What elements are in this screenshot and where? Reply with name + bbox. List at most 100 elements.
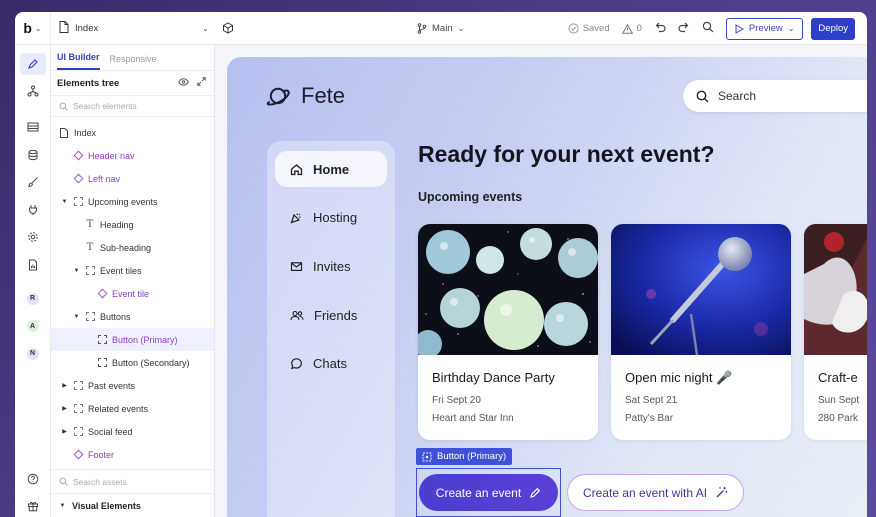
- page-preview: Fete Search Home Hosting Invites Friends…: [227, 57, 867, 517]
- search-elements-input[interactable]: Search elements: [51, 95, 214, 117]
- tree-item-label: Sub-heading: [100, 242, 152, 253]
- event-venue: Heart and Star Inn: [432, 413, 514, 424]
- rail-user-r[interactable]: R: [20, 288, 46, 310]
- rail-settings[interactable]: [20, 227, 46, 249]
- event-tile[interactable]: Open mic night 🎤 Sat Sept 21 Patty's Bar: [611, 224, 791, 440]
- preview-button[interactable]: Preview ⌄: [725, 17, 804, 40]
- app-window: b ⌄ Index ⌄ Main ⌄ Saved 0 Preview ⌄ Dep…: [15, 12, 867, 517]
- nav-invites[interactable]: Invites: [275, 248, 387, 284]
- component-icon: [73, 150, 83, 161]
- tab-ui-builder[interactable]: UI Builder: [57, 52, 100, 70]
- rail-gift[interactable]: [20, 495, 46, 517]
- branch-selector[interactable]: Main ⌄: [417, 12, 464, 45]
- rail-user-n[interactable]: N: [20, 343, 46, 365]
- tree-item-index[interactable]: Index: [51, 121, 214, 144]
- button-icon: [97, 335, 107, 345]
- redo-icon[interactable]: [678, 21, 690, 36]
- visual-elements-section[interactable]: ▼ Visual Elements: [51, 493, 215, 517]
- tab-responsive[interactable]: Responsive: [110, 54, 157, 70]
- container-icon: [73, 381, 83, 391]
- components-button[interactable]: [221, 21, 235, 35]
- tree-item-social-feed[interactable]: ▶ Social feed: [51, 420, 214, 443]
- tree-item-buttons[interactable]: ▼ Buttons: [51, 305, 214, 328]
- users-icon: [290, 310, 304, 320]
- page-selector[interactable]: Index ⌄: [51, 12, 209, 44]
- tree-item-label: Event tile: [112, 288, 150, 299]
- nav-hosting[interactable]: Hosting: [275, 200, 387, 236]
- search-assets-input[interactable]: Search assets: [51, 469, 215, 493]
- text-icon: T: [86, 219, 94, 230]
- tree-item-label: Header nav: [88, 150, 135, 161]
- rail-database[interactable]: [20, 144, 46, 166]
- undo-icon[interactable]: [654, 21, 666, 36]
- rail-plugins[interactable]: [20, 199, 46, 221]
- tree-item-label: Related events: [88, 403, 149, 414]
- gift-icon: [27, 502, 38, 512]
- rail-styles[interactable]: [20, 171, 46, 193]
- caret-right-icon[interactable]: ▶: [61, 382, 68, 389]
- page-heading: Ready for your next event?: [418, 141, 715, 167]
- tree-item-button-secondary[interactable]: Button (Secondary): [51, 351, 214, 374]
- mail-icon: [290, 262, 303, 271]
- tree-item-button-primary[interactable]: Button (Primary): [51, 328, 214, 351]
- site-search-placeholder: Search: [718, 89, 757, 103]
- expand-icon[interactable]: [197, 77, 206, 89]
- chevron-down-icon: ⌄: [787, 24, 795, 33]
- tree-item-upcoming-events[interactable]: ▼ Upcoming events: [51, 190, 214, 213]
- pencil-icon: [27, 59, 38, 69]
- caret-down-icon[interactable]: ▼: [73, 268, 80, 274]
- nav-friends[interactable]: Friends: [275, 297, 387, 333]
- app-logo: b: [23, 20, 32, 36]
- deploy-button[interactable]: Deploy: [811, 17, 855, 40]
- caret-right-icon[interactable]: ▶: [61, 428, 68, 435]
- caret-right-icon[interactable]: ▶: [61, 405, 68, 412]
- tree-item-heading[interactable]: T Heading: [51, 213, 214, 236]
- tree-item-event-tiles[interactable]: ▼ Event tiles: [51, 259, 214, 282]
- tree-item-label: Social feed: [88, 426, 133, 437]
- nav-chats[interactable]: Chats: [275, 346, 387, 382]
- design-canvas[interactable]: Fete Search Home Hosting Invites Friends…: [215, 45, 867, 517]
- event-date: Sun Sept: [818, 395, 860, 406]
- app-menu[interactable]: b ⌄: [15, 12, 51, 45]
- warning-icon: [621, 23, 633, 34]
- tree-item-past-events[interactable]: ▶ Past events: [51, 374, 214, 397]
- tree-item-header-nav[interactable]: Header nav: [51, 144, 214, 167]
- create-event-button[interactable]: Create an event: [419, 474, 558, 511]
- tree-item-footer[interactable]: Footer: [51, 443, 214, 466]
- search-icon[interactable]: [702, 21, 714, 36]
- rail-data[interactable]: [20, 116, 46, 138]
- rail-user-a[interactable]: A: [20, 315, 46, 337]
- caret-down-icon[interactable]: ▼: [73, 314, 80, 320]
- container-icon: [73, 197, 83, 207]
- warnings-button[interactable]: 0: [621, 23, 642, 34]
- selection-label-text: Button (Primary): [437, 451, 507, 462]
- tree-item-related-events[interactable]: ▶ Related events: [51, 397, 214, 420]
- nav-label: Chats: [313, 356, 347, 372]
- event-title: Birthday Dance Party: [432, 370, 555, 385]
- eye-icon[interactable]: [178, 77, 189, 89]
- search-icon: [59, 477, 68, 486]
- nav-home[interactable]: Home: [275, 151, 387, 187]
- button-icon: [97, 358, 107, 368]
- event-tile[interactable]: Birthday Dance Party Fri Sept 20 Heart a…: [418, 224, 598, 440]
- button-element-icon: [422, 452, 432, 461]
- event-venue: Patty's Bar: [625, 413, 674, 424]
- help-icon: [27, 473, 38, 484]
- tree-item-label: Upcoming events: [88, 196, 158, 207]
- create-event-ai-button[interactable]: Create an event with AI: [567, 474, 744, 511]
- tree-item-left-nav[interactable]: Left nav: [51, 167, 214, 190]
- tree-item-event-tile[interactable]: Event tile: [51, 282, 214, 305]
- rail-logs[interactable]: [20, 254, 46, 276]
- event-tile[interactable]: Craft-e Sun Sept 280 Park: [804, 224, 867, 440]
- rail-help[interactable]: [20, 468, 46, 490]
- rail-ui-builder[interactable]: [19, 53, 46, 75]
- site-search-input[interactable]: Search: [683, 80, 867, 112]
- tree-item-label: Past events: [88, 380, 136, 391]
- caret-down-icon[interactable]: ▼: [61, 199, 68, 205]
- avatar: A: [26, 320, 39, 333]
- tree-item-sub-heading[interactable]: T Sub-heading: [51, 236, 214, 259]
- site-brand[interactable]: Fete: [265, 83, 345, 109]
- nav-label: Invites: [313, 258, 351, 274]
- component-icon: [97, 288, 107, 299]
- rail-workflows[interactable]: [20, 81, 46, 103]
